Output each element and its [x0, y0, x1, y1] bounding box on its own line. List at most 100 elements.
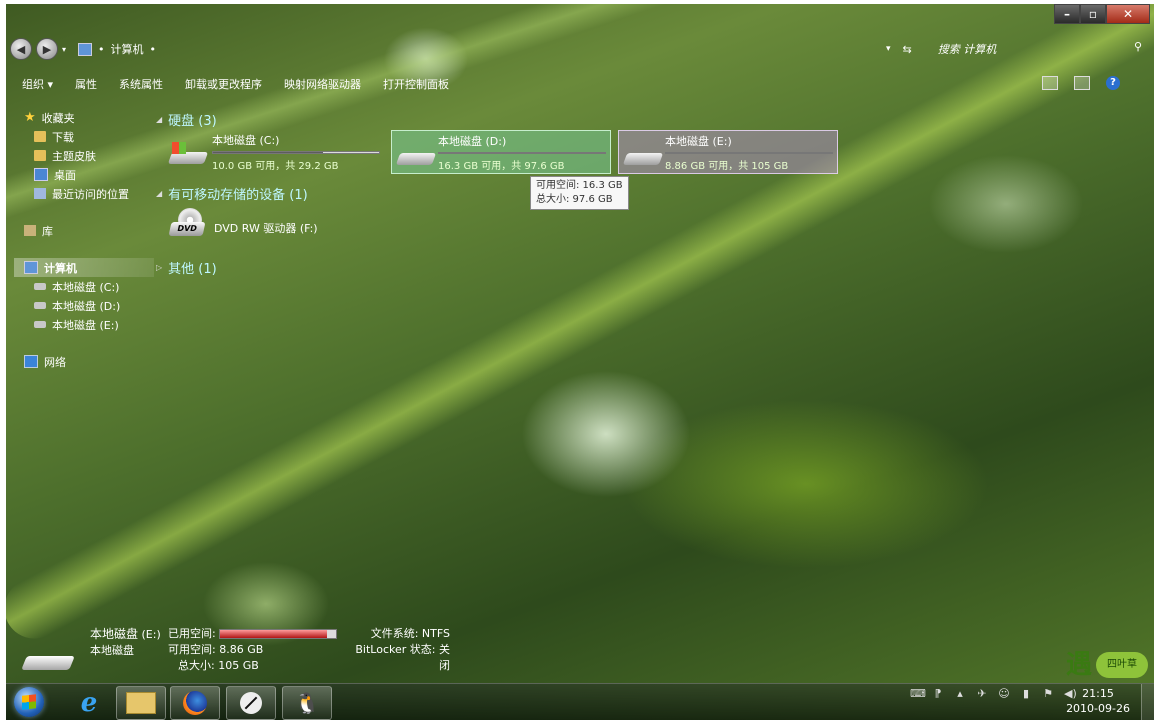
- sidebar-item-desktop[interactable]: 桌面: [14, 165, 154, 184]
- properties-button[interactable]: 属性: [75, 76, 97, 92]
- group-other[interactable]: ▷ 其他 (1): [156, 258, 217, 277]
- view-options-icon[interactable]: [1042, 76, 1058, 90]
- sidebar-item-label: 下载: [52, 130, 74, 144]
- uninstall-button[interactable]: 卸载或更改程序: [185, 76, 262, 92]
- drive-name: DVD RW 驱动器 (F:): [214, 222, 318, 235]
- history-dropdown-icon[interactable]: ▾: [62, 45, 66, 54]
- keyboard-icon[interactable]: ⌨: [910, 688, 926, 700]
- organize-button[interactable]: 组织 ▾: [22, 76, 53, 92]
- sidebar-item-computer[interactable]: 计算机: [14, 258, 154, 277]
- system-tray: ⌨ ⁋ ▴ ✈ ☺ ▮ ⚑ ◀): [910, 688, 1077, 700]
- sidebar-item-network[interactable]: 网络: [14, 352, 154, 371]
- forward-button[interactable]: ▶: [36, 38, 58, 60]
- hard-drive-icon: [21, 650, 75, 674]
- address-dropdown-icon[interactable]: ▾: [886, 44, 891, 54]
- sidebar-item-label: 库: [42, 224, 53, 238]
- search-box[interactable]: ▾ ⇆ 搜索 计算机 ⚲: [886, 40, 1142, 58]
- navigation-pane: ★ 收藏夹 下载 主题皮肤 桌面 最近访问的位置 库 计算机 本地磁盘 (C:) …: [14, 108, 154, 371]
- preview-pane-icon[interactable]: [1074, 76, 1090, 90]
- group-hard-disks[interactable]: ◢ 硬盘 (3): [156, 110, 217, 129]
- sidebar-item-label: 最近访问的位置: [52, 187, 129, 201]
- firefox-icon: [183, 691, 207, 715]
- refresh-icon[interactable]: ⇆: [903, 43, 912, 56]
- drive-tile-dvd[interactable]: DVD DVD RW 驱动器 (F:): [164, 206, 384, 252]
- drive-tile-c[interactable]: 本地磁盘 (C:) 10.0 GB 可用，共 29.2 GB: [164, 130, 384, 174]
- command-bar: 组织 ▾ 属性 系统属性 卸载或更改程序 映射网络驱动器 打开控制面板: [22, 76, 449, 92]
- view-controls: ?: [1042, 76, 1120, 90]
- breadcrumb[interactable]: • 计算机 •: [78, 41, 156, 57]
- sidebar-item-recent[interactable]: 最近访问的位置: [14, 184, 154, 203]
- sidebar-item-themes[interactable]: 主题皮肤: [14, 146, 154, 165]
- sidebar-item-label: 网络: [44, 355, 66, 369]
- drive-icon: [34, 302, 46, 309]
- sidebar-item-downloads[interactable]: 下载: [14, 127, 154, 146]
- drive-name: 本地磁盘 (E:): [665, 135, 732, 148]
- group-header-label: 其他 (1): [168, 262, 217, 277]
- drive-usage-bar: [665, 152, 833, 154]
- taskbar-explorer[interactable]: [116, 686, 166, 720]
- details-type: 本地磁盘: [90, 644, 134, 657]
- taskbar-qq[interactable]: 🐧: [282, 686, 332, 720]
- taskbar-firefox[interactable]: [170, 686, 220, 720]
- computer-icon: [24, 261, 38, 274]
- sidebar-item-drive-e[interactable]: 本地磁盘 (E:): [14, 315, 154, 334]
- drive-tile-e[interactable]: 本地磁盘 (E:) 8.86 GB 可用，共 105 GB: [618, 130, 838, 174]
- used-space-label: 已用空间:: [168, 627, 216, 640]
- bird-icon[interactable]: ✈: [976, 688, 988, 700]
- tooltip-free-space: 可用空间: 16.3 GB: [536, 180, 623, 191]
- used-space-bar: [219, 629, 338, 639]
- navigation-bar: ◀ ▶ ▾ • 计算机 •: [10, 38, 156, 60]
- drive-usage-bar: [438, 152, 606, 154]
- language-icon[interactable]: ⁋: [932, 688, 944, 700]
- total-size-label: 总大小:: [178, 659, 215, 672]
- taskbar-app[interactable]: [226, 686, 276, 720]
- sidebar-item-favorites[interactable]: ★ 收藏夹: [14, 108, 154, 127]
- drive-usage-fill: [213, 152, 323, 153]
- start-button[interactable]: [14, 687, 44, 717]
- search-icon[interactable]: ⚲: [1134, 40, 1142, 53]
- maximize-button[interactable]: ▫: [1080, 4, 1106, 24]
- details-space-col: 已用空间: 可用空间: 8.86 GB 总大小: 105 GB: [168, 626, 338, 674]
- tooltip-total-size: 总大小: 97.6 GB: [536, 194, 613, 205]
- folder-icon: [34, 131, 46, 142]
- file-system-label: 文件系统:: [370, 627, 419, 640]
- free-space-value: 8.86 GB: [219, 643, 264, 656]
- system-clock[interactable]: 21:15 2010-09-26: [1066, 686, 1130, 716]
- search-input[interactable]: 搜索 计算机: [938, 41, 997, 57]
- drive-usage-bar: [212, 151, 380, 154]
- sidebar-item-label: 本地磁盘 (C:): [52, 280, 120, 294]
- drive-name: 本地磁盘 (C:): [212, 134, 280, 147]
- drive-tile-d[interactable]: 本地磁盘 (D:) 16.3 GB 可用，共 97.6 GB: [391, 130, 611, 174]
- group-removable[interactable]: ◢ 有可移动存储的设备 (1): [156, 184, 308, 203]
- used-space-fill: [220, 630, 327, 638]
- qq-tray-icon[interactable]: ☺: [998, 688, 1010, 700]
- minimize-button[interactable]: –: [1054, 4, 1080, 24]
- details-name-col: 本地磁盘 (E:) 本地磁盘: [90, 626, 161, 659]
- action-center-icon[interactable]: ⚑: [1042, 688, 1054, 700]
- bitlocker-value: 关闭: [439, 643, 450, 672]
- map-drive-button[interactable]: 映射网络驱动器: [284, 76, 361, 92]
- show-desktop-button[interactable]: [1141, 684, 1154, 720]
- breadcrumb-computer[interactable]: 计算机: [111, 41, 144, 57]
- sidebar-item-drive-d[interactable]: 本地磁盘 (D:): [14, 296, 154, 315]
- details-name: 本地磁盘: [90, 627, 139, 641]
- collapse-icon[interactable]: ◢: [156, 189, 162, 198]
- sidebar-item-libraries[interactable]: 库: [14, 221, 154, 240]
- usb-icon[interactable]: ▮: [1020, 688, 1032, 700]
- watermark-char: 遇: [1066, 650, 1093, 680]
- drive-icon: [34, 321, 46, 328]
- details-pane: 本地磁盘 (E:) 本地磁盘 已用空间: 可用空间: 8.86 GB 总大小: …: [16, 626, 716, 688]
- sidebar-item-drive-c[interactable]: 本地磁盘 (C:): [14, 277, 154, 296]
- expand-icon[interactable]: ▷: [156, 263, 162, 272]
- control-panel-button[interactable]: 打开控制面板: [383, 76, 449, 92]
- back-button[interactable]: ◀: [10, 38, 32, 60]
- help-icon[interactable]: ?: [1106, 76, 1120, 90]
- show-hidden-icon[interactable]: ▴: [954, 688, 966, 700]
- taskbar-ie[interactable]: e: [64, 686, 114, 720]
- system-properties-button[interactable]: 系统属性: [119, 76, 163, 92]
- dvd-label: DVD: [168, 222, 206, 236]
- watermark-logo: 遇 四叶草: [1066, 644, 1150, 684]
- close-button[interactable]: ✕: [1106, 4, 1150, 24]
- collapse-icon[interactable]: ◢: [156, 115, 162, 124]
- breadcrumb-separator-icon: •: [98, 42, 105, 56]
